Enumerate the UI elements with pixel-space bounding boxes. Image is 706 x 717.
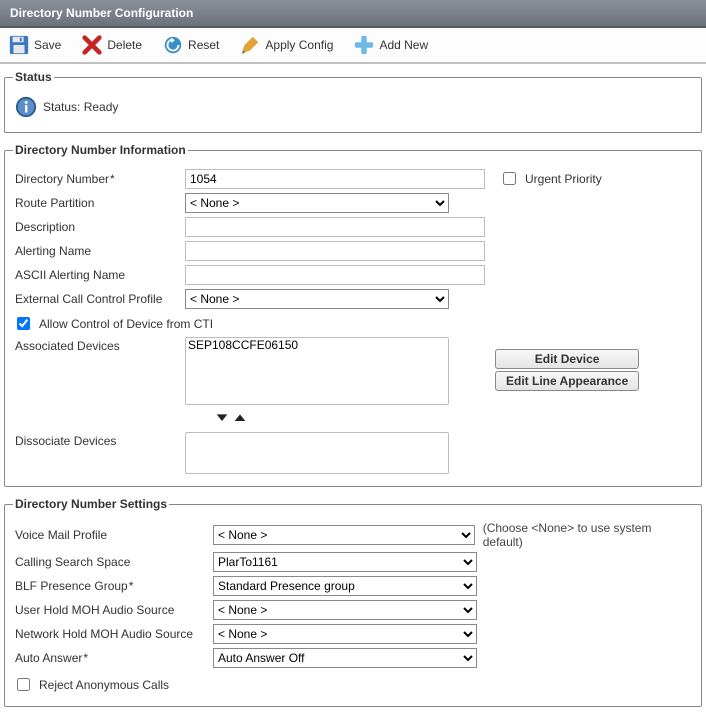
route-partition-select[interactable]: < None > (185, 193, 449, 213)
route-partition-label: Route Partition (13, 194, 185, 212)
ascii-alerting-name-input[interactable] (185, 265, 485, 285)
associated-devices-label: Associated Devices (13, 337, 185, 355)
dni-fieldset: Directory Number Information Directory N… (4, 143, 702, 487)
reset-label: Reset (188, 38, 219, 52)
dns-legend: Directory Number Settings (13, 497, 169, 511)
blf-presence-group-label: BLF Presence Group (13, 577, 213, 595)
voice-mail-profile-label: Voice Mail Profile (13, 526, 213, 544)
directory-number-input[interactable] (185, 169, 485, 189)
save-button[interactable]: Save (4, 32, 65, 58)
status-text: Status: Ready (43, 100, 118, 114)
calling-search-space-label: Calling Search Space (13, 553, 213, 571)
delete-button[interactable]: Delete (77, 32, 146, 58)
edit-line-appearance-button[interactable]: Edit Line Appearance (495, 371, 639, 391)
alerting-name-input[interactable] (185, 241, 485, 261)
external-call-control-label: External Call Control Profile (13, 290, 185, 308)
network-hold-moh-select[interactable]: < None > (213, 624, 477, 644)
floppy-disk-icon (8, 34, 30, 56)
info-icon (15, 96, 37, 118)
delete-label: Delete (107, 38, 142, 52)
plus-icon (353, 34, 375, 56)
page-title: Directory Number Configuration (10, 6, 193, 20)
reject-anonymous-label: Reject Anonymous Calls (39, 678, 169, 692)
description-label: Description (13, 218, 185, 236)
urgent-priority-label: Urgent Priority (525, 172, 602, 186)
apply-config-label: Apply Config (265, 38, 333, 52)
external-call-control-select[interactable]: < None > (185, 289, 449, 309)
alerting-name-label: Alerting Name (13, 242, 185, 260)
blf-presence-group-select[interactable]: Standard Presence group (213, 576, 477, 596)
calling-search-space-select[interactable]: PlarTo1161 (213, 552, 477, 572)
status-fieldset: Status Status: Ready (4, 70, 702, 133)
user-hold-moh-select[interactable]: < None > (213, 600, 477, 620)
urgent-priority-checkbox[interactable] (503, 172, 516, 185)
directory-number-label: Directory Number (13, 170, 185, 188)
dissociate-devices-label: Dissociate Devices (13, 432, 185, 450)
toolbar: Save Delete Reset Apply Config Add New (0, 28, 706, 64)
x-icon (81, 34, 103, 56)
description-input[interactable] (185, 217, 485, 237)
title-bar: Directory Number Configuration (0, 0, 706, 28)
refresh-icon (162, 34, 184, 56)
reject-anonymous-checkbox[interactable] (17, 678, 30, 691)
dns-fieldset: Directory Number Settings Voice Mail Pro… (4, 497, 702, 707)
allow-cti-label: Allow Control of Device from CTI (39, 317, 213, 331)
pencil-icon (239, 34, 261, 56)
dissociate-devices-list[interactable] (185, 432, 449, 474)
user-hold-moh-label: User Hold MOH Audio Source (13, 601, 213, 619)
move-down-icon[interactable] (214, 409, 230, 428)
add-new-button[interactable]: Add New (349, 32, 432, 58)
voice-mail-profile-hint: (Choose <None> to use system default) (483, 521, 693, 549)
ascii-alerting-name-label: ASCII Alerting Name (13, 266, 185, 284)
edit-device-button[interactable]: Edit Device (495, 349, 639, 369)
apply-config-button[interactable]: Apply Config (235, 32, 337, 58)
reset-button[interactable]: Reset (158, 32, 223, 58)
network-hold-moh-label: Network Hold MOH Audio Source (13, 625, 213, 643)
auto-answer-select[interactable]: Auto Answer Off (213, 648, 477, 668)
auto-answer-label: Auto Answer (13, 649, 213, 667)
dni-legend: Directory Number Information (13, 143, 188, 157)
save-label: Save (34, 38, 61, 52)
add-new-label: Add New (379, 38, 428, 52)
status-legend: Status (13, 70, 54, 84)
voice-mail-profile-select[interactable]: < None > (213, 525, 475, 545)
move-up-icon[interactable] (232, 409, 248, 428)
associated-devices-list[interactable]: SEP108CCFE06150 (185, 337, 449, 405)
allow-cti-checkbox[interactable] (17, 317, 30, 330)
